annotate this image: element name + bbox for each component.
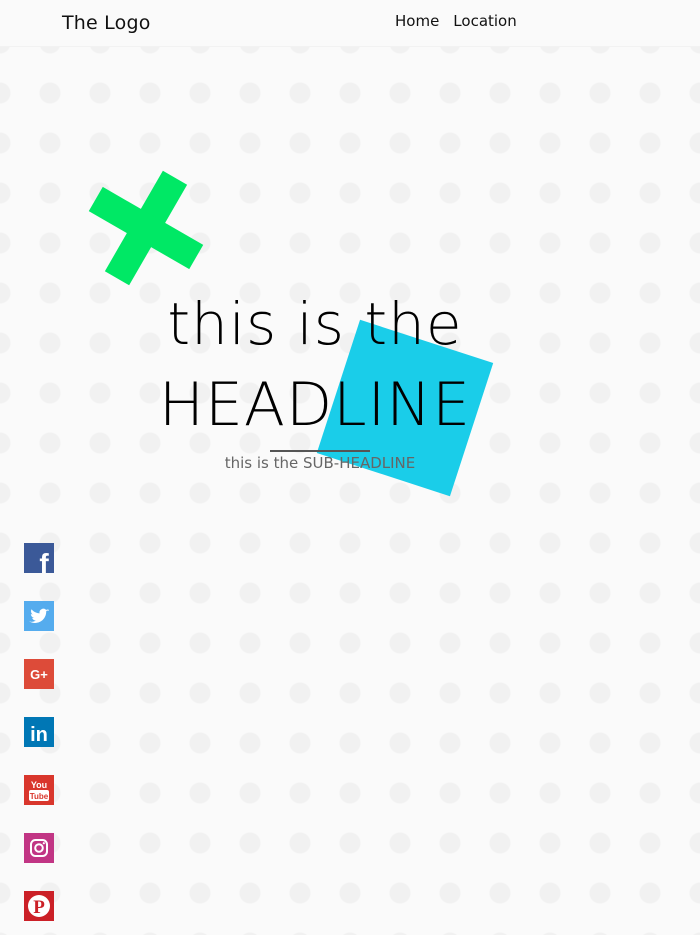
svg-text:in: in <box>30 724 48 746</box>
facebook-button[interactable]: f <box>24 543 54 573</box>
page: The Logo Home Location this is the HEADL… <box>0 0 700 935</box>
site-header: The Logo Home Location <box>0 0 700 47</box>
facebook-icon: f <box>24 543 54 573</box>
twitter-button[interactable] <box>24 601 54 631</box>
headline-line-2: HEADLINE <box>158 370 472 440</box>
svg-text:Tube: Tube <box>30 792 49 801</box>
headline-line-1: this is the <box>167 290 463 358</box>
svg-text:f: f <box>39 548 49 573</box>
linkedin-icon: in <box>24 717 54 747</box>
nav-item-home[interactable]: Home <box>395 12 439 30</box>
svg-text:G+: G+ <box>30 667 48 682</box>
social-links: f G+ in You Tube P <box>24 543 54 921</box>
main-nav: Home Location <box>395 12 517 30</box>
pinterest-button[interactable]: P <box>24 891 54 921</box>
site-logo[interactable]: The Logo <box>62 12 151 34</box>
nav-item-location[interactable]: Location <box>453 12 516 30</box>
pinterest-icon: P <box>24 891 54 921</box>
youtube-button[interactable]: You Tube <box>24 775 54 805</box>
svg-text:You: You <box>31 780 47 790</box>
google-plus-icon: G+ <box>24 659 54 689</box>
twitter-icon <box>24 601 54 631</box>
green-cross-decoration <box>88 170 204 286</box>
instagram-icon <box>24 833 54 863</box>
youtube-icon: You Tube <box>24 775 54 805</box>
linkedin-button[interactable]: in <box>24 717 54 747</box>
google-plus-button[interactable]: G+ <box>24 659 54 689</box>
instagram-button[interactable] <box>24 833 54 863</box>
svg-text:P: P <box>33 897 45 918</box>
headline-divider <box>270 450 370 452</box>
sub-headline: this is the SUB-HEADLINE <box>224 454 416 472</box>
